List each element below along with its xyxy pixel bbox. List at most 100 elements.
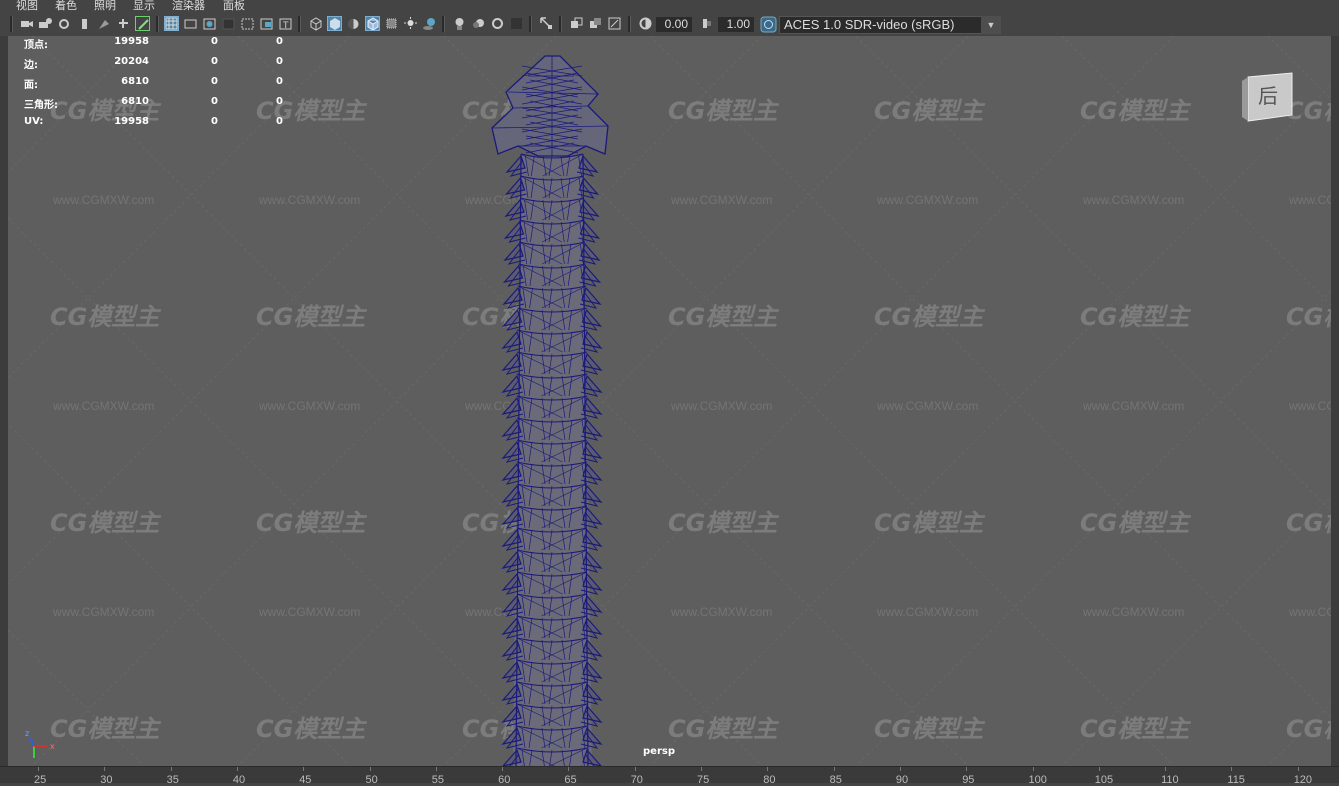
timeline-tick-label: 50 <box>365 774 378 786</box>
use-all-lights-icon[interactable] <box>403 16 418 31</box>
xray-components-icon[interactable] <box>588 16 603 31</box>
time-slider[interactable]: 25 30 35 40 45 50 55 60 65 70 75 80 85 90 95 100 105 110 1… <box>0 766 1339 786</box>
hud-row-edges: 边: 20204 0 0 <box>24 56 283 71</box>
timeline-tickmark <box>634 767 636 771</box>
motion-blur-icon[interactable] <box>471 16 486 31</box>
timeline-tickmark <box>1165 767 1167 771</box>
viewport-menu-bar: 视图 着色 照明 显示 渲染器 面板 <box>0 0 1339 12</box>
timeline-tick-label: 25 <box>34 774 47 786</box>
menu-panels[interactable]: 面板 <box>223 0 245 12</box>
timeline-tickmark <box>1032 767 1034 771</box>
timeline-tickmark <box>104 767 106 771</box>
resolution-gate-icon[interactable] <box>202 16 217 31</box>
menu-lighting[interactable]: 照明 <box>94 0 116 12</box>
timeline-tickmark <box>701 767 702 771</box>
centipede-wireframe-model[interactable] <box>8 36 1331 766</box>
timeline-tick-label: 45 <box>299 774 312 786</box>
bookmarks-icon[interactable] <box>57 16 72 31</box>
color-space-dropdown[interactable]: ACES 1.0 SDR-video (sRGB) <box>779 16 1001 34</box>
wireframe-shading-icon[interactable] <box>308 16 323 31</box>
grid-icon[interactable] <box>164 16 179 31</box>
hud-row-uvs: UV: 19958 0 0 <box>24 116 283 127</box>
timeline-tickmark <box>899 767 901 771</box>
exposure-field[interactable]: 0.00 <box>656 17 692 32</box>
default-material-icon[interactable] <box>346 16 361 31</box>
timeline-tickmark <box>966 767 968 771</box>
color-management-icon[interactable] <box>760 16 777 33</box>
camera-attributes-icon[interactable] <box>38 16 53 31</box>
gamma-icon[interactable] <box>700 16 715 31</box>
panel-toolbar: T 0.00 1.00 ACES 1.0 SDR-video (sRGB) ▼ <box>0 12 1339 36</box>
hud-row-faces: 面: 6810 0 0 <box>24 76 283 91</box>
toolbar-separator <box>559 16 562 32</box>
camera-name-label: persp <box>643 746 675 757</box>
view-cube[interactable]: 后 <box>1240 71 1300 125</box>
isolate-select-icon[interactable] <box>539 16 554 31</box>
timeline-tickmark <box>833 767 835 771</box>
timeline-tickmark <box>502 767 504 771</box>
xray-icon[interactable] <box>384 16 399 31</box>
timeline-tickmark <box>767 767 769 771</box>
depth-of-field-icon[interactable] <box>509 16 524 31</box>
hud-row-vertices: 顶点: 19958 0 0 <box>24 36 283 51</box>
timeline-tickmark <box>568 767 570 771</box>
screen-space-ao-icon[interactable] <box>452 16 467 31</box>
timeline-tick-label: 80 <box>763 774 776 786</box>
shadows-icon[interactable] <box>422 16 437 31</box>
hud-row-triangles: 三角形: 6810 0 0 <box>24 96 283 111</box>
timeline-tickmark <box>1098 767 1100 771</box>
multisample-aa-icon[interactable] <box>490 16 505 31</box>
timeline-tick-label: 75 <box>697 774 710 786</box>
xray-joints-icon[interactable] <box>569 16 584 31</box>
menu-show[interactable]: 显示 <box>133 0 155 12</box>
select-camera-icon[interactable] <box>19 16 34 31</box>
grease-pencil-icon[interactable] <box>97 16 112 31</box>
timeline-tickmark <box>1297 767 1299 771</box>
timeline-tick-label: 110 <box>1161 774 1179 786</box>
wireframe-on-shaded-icon[interactable] <box>365 16 380 31</box>
timeline-tick-label: 95 <box>962 774 975 786</box>
timeline-tickmark <box>170 767 172 771</box>
exposure-icon[interactable] <box>638 16 653 31</box>
toolbar-separator <box>628 16 631 32</box>
timeline-tick-label: 90 <box>895 774 909 786</box>
svg-text:z: z <box>25 729 29 738</box>
toolbar-separator <box>10 16 13 32</box>
timeline-tick-label: 85 <box>829 774 842 786</box>
timeline-tickmark <box>435 767 437 771</box>
safe-title-icon[interactable]: T <box>278 16 293 31</box>
menu-renderer[interactable]: 渲染器 <box>172 0 205 12</box>
timeline-tick-label: 55 <box>431 774 445 786</box>
timeline-tick-label: 120 <box>1293 774 1313 786</box>
viewport-right-border <box>1331 36 1339 766</box>
film-gate-icon[interactable] <box>183 16 198 31</box>
timeline-tick-label: 60 <box>498 774 511 786</box>
svg-text:T: T <box>282 21 289 31</box>
field-chart-icon[interactable] <box>240 16 255 31</box>
perspective-viewport[interactable]: CG模型主 CG模型主 CG模型主 CG模型主 www.CGMXW.com www.CGM… <box>8 36 1331 766</box>
image-plane-icon[interactable] <box>78 16 93 31</box>
gamma-field[interactable]: 1.00 <box>718 17 754 32</box>
timeline-tick-label: 100 <box>1028 774 1047 786</box>
2d-pan-zoom-icon[interactable] <box>116 16 131 31</box>
timeline-tick-label: 35 <box>166 774 179 786</box>
svg-text:x: x <box>50 742 55 751</box>
timeline-tickmark <box>303 767 305 771</box>
safe-action-icon[interactable] <box>259 16 274 31</box>
smooth-shade-icon[interactable] <box>327 16 342 31</box>
timeline-tick-label: 105 <box>1094 774 1114 786</box>
toolbar-separator <box>156 16 159 32</box>
grease-pencil-tool-icon[interactable] <box>135 16 150 31</box>
timeline-tick-label: 70 <box>630 774 643 786</box>
axis-indicator: z x <box>22 724 62 760</box>
gate-mask-icon[interactable] <box>221 16 236 31</box>
chevron-down-icon[interactable]: ▼ <box>981 16 1001 34</box>
timeline-tickmark <box>1231 767 1233 771</box>
timeline-tick-label: 115 <box>1227 774 1245 786</box>
timeline-tick-label: 40 <box>232 774 246 786</box>
menu-view[interactable]: 视图 <box>16 0 38 12</box>
viewport-left-border <box>0 36 8 766</box>
hud-toggle-icon[interactable] <box>607 16 622 31</box>
menu-shading[interactable]: 着色 <box>55 0 77 12</box>
toolbar-separator <box>529 16 532 32</box>
